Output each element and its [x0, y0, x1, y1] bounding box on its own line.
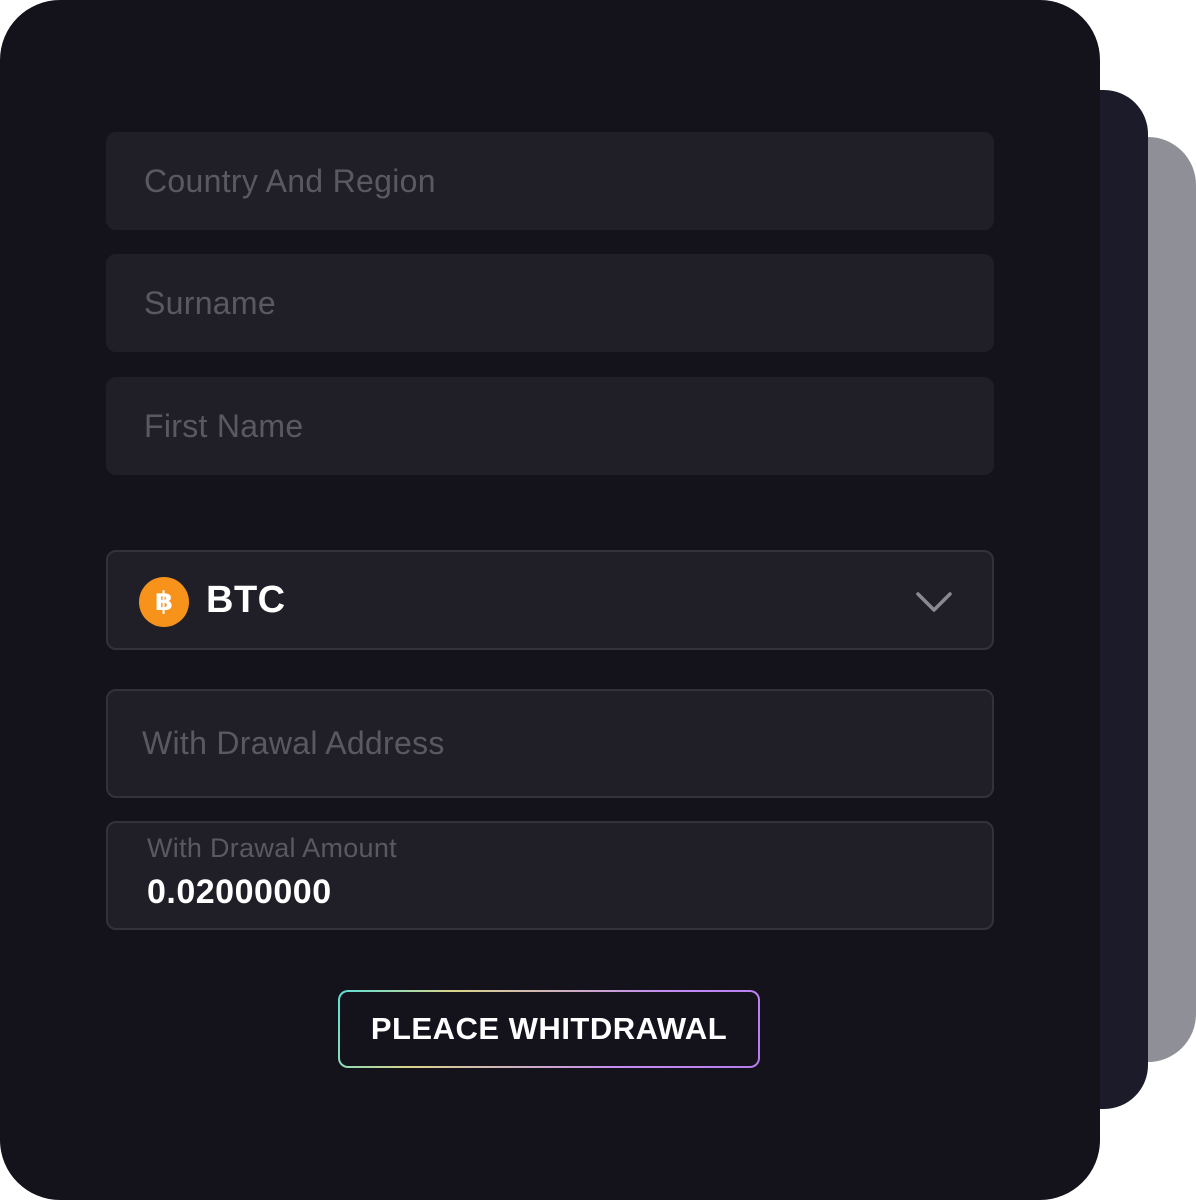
withdrawal-amount-label: With Drawal Amount: [147, 833, 397, 863]
withdrawal-form-card: ฿ BTC With Drawal Amount 0.02000000 PLEA…: [0, 0, 1100, 1200]
withdrawal-address-field[interactable]: [106, 689, 994, 798]
withdraw-button[interactable]: PLEACE WHITDRAWAL: [340, 992, 758, 1066]
surname-field[interactable]: [106, 254, 994, 352]
withdrawal-address-input[interactable]: [142, 691, 972, 796]
bitcoin-icon: ฿: [139, 577, 189, 627]
first-name-field[interactable]: [106, 377, 994, 475]
withdrawal-amount-value[interactable]: 0.02000000: [147, 873, 332, 912]
chevron-down-icon[interactable]: [914, 582, 954, 622]
withdrawal-amount-field[interactable]: With Drawal Amount 0.02000000: [106, 821, 994, 930]
withdrawal-stage: ฿ BTC With Drawal Amount 0.02000000 PLEA…: [0, 0, 1196, 1200]
currency-selected-label: BTC: [206, 578, 286, 621]
submit-button-border: PLEACE WHITDRAWAL: [338, 990, 760, 1068]
first-name-input[interactable]: [144, 377, 974, 475]
currency-select[interactable]: ฿ BTC: [106, 550, 994, 650]
surname-input[interactable]: [144, 254, 974, 352]
country-region-field[interactable]: [106, 132, 994, 230]
country-region-input[interactable]: [144, 132, 974, 230]
